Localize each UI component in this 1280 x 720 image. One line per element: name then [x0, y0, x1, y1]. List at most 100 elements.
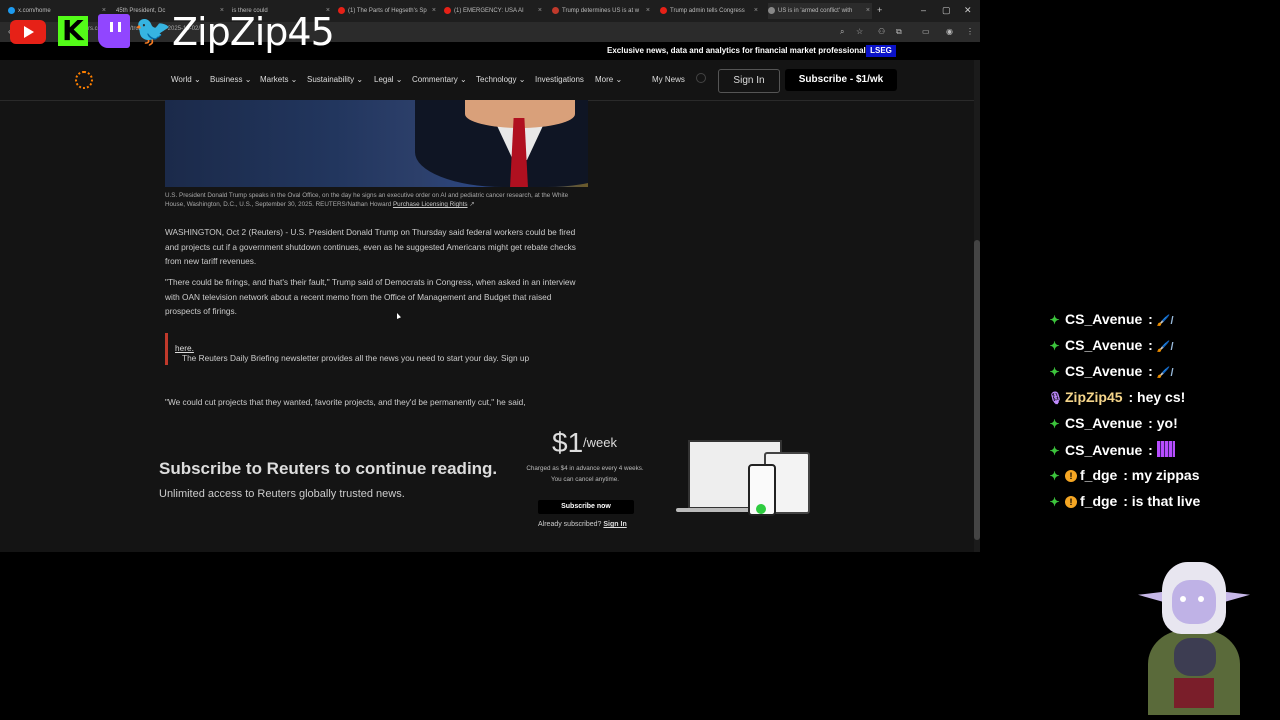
site-icon — [768, 6, 775, 14]
chat-message: 🎙 ZipZip45 : hey cs! — [1048, 389, 1186, 405]
lseg-badge[interactable]: LSEG — [866, 45, 896, 57]
youtube-icon — [338, 6, 345, 14]
twitch-logo-icon — [98, 14, 130, 48]
nav-business[interactable]: Business ⌄ — [210, 75, 251, 84]
zoom-icon[interactable]: ⌕ — [840, 27, 844, 37]
article-paragraph-3: "We could cut projects that they wanted,… — [165, 397, 526, 407]
chat-username: f_dge — [1080, 493, 1118, 509]
puzzle-icon[interactable]: ⧉ — [896, 27, 902, 37]
maximize-button[interactable]: ▢ — [942, 5, 951, 16]
streamer-avatar — [1138, 560, 1250, 715]
youtube-icon — [660, 6, 667, 14]
article-paragraph-2: "There could be firings, and that's thei… — [165, 277, 576, 316]
avatar-face — [1172, 580, 1216, 624]
nav-more[interactable]: More ⌄ — [595, 75, 622, 84]
chat-message: ✦ CS_Avenue : yo! — [1049, 415, 1178, 431]
sub-badge-icon: ✦ — [1049, 495, 1060, 509]
brush-emote-icon: 🖌️/ — [1156, 341, 1174, 353]
tab-armed-conflict[interactable]: US is in 'armed conflict' with × — [768, 3, 872, 19]
sub-badge-icon: ✦ — [1049, 444, 1060, 458]
chat-username: CS_Avenue — [1065, 337, 1143, 353]
tab-trump-admin[interactable]: Trump admin tells Congress × — [660, 3, 760, 19]
promo-text[interactable]: Exclusive news, data and analytics for f… — [607, 46, 870, 55]
nav-markets[interactable]: Markets ⌄ — [260, 75, 297, 84]
youtube-icon — [444, 6, 451, 14]
sub-badge-icon: ✦ — [1049, 469, 1060, 483]
chat-username: CS_Avenue — [1065, 311, 1143, 327]
subscribe-button[interactable]: Subscribe - $1/wk — [785, 69, 897, 91]
close-tab-icon[interactable]: × — [866, 3, 870, 19]
scrollbar-thumb[interactable] — [974, 240, 980, 540]
profile-icon[interactable]: ◉ — [946, 27, 953, 36]
chat-message: ✦ CS_Avenue : 🖌️/ — [1049, 363, 1174, 379]
nav-legal[interactable]: Legal ⌄ — [374, 75, 403, 84]
tab-trump-determines[interactable]: Trump determines US is at w × — [552, 3, 652, 19]
search-icon[interactable] — [696, 73, 706, 83]
tab-emergency[interactable]: (1) EMERGENCY: USA AI × — [444, 3, 544, 19]
chat-text: hey cs! — [1137, 389, 1186, 405]
sub-badge-icon: ✦ — [1049, 365, 1060, 379]
chat-message: ✦ CS_Avenue : 🖌️/ — [1049, 311, 1174, 327]
avatar-pants — [1174, 678, 1214, 708]
browser-window: x.com/home × 45th President, Dc × is there… — [0, 0, 980, 552]
brush-emote-icon: 🖌️/ — [1156, 367, 1174, 379]
close-tab-icon[interactable]: × — [538, 3, 542, 19]
close-tab-icon[interactable]: × — [432, 3, 436, 19]
nav-investigations[interactable]: Investigations — [535, 75, 584, 84]
paywall-subtitle: Unlimited access to Reuters globally tru… — [159, 488, 405, 500]
chat-message: ✦ CS_Avenue : — [1048, 441, 1175, 458]
licensing-link[interactable]: Purchase Licensing Rights — [393, 201, 468, 208]
bookmark-icon[interactable]: ☆ — [856, 27, 863, 36]
paywall-price: $1 — [552, 427, 584, 458]
chat-username: f_dge — [1080, 467, 1118, 483]
chat-message: ✦! f_dge : is that live — [1049, 493, 1201, 509]
mic-badge-icon: 🎙 — [1048, 391, 1064, 405]
minimize-button[interactable]: – — [921, 5, 926, 15]
check-icon — [756, 504, 766, 514]
bits-badge-icon: ! — [1065, 496, 1077, 508]
nav-technology[interactable]: Technology ⌄ — [476, 75, 525, 84]
photo-caption: U.S. President Donald Trump speaks in th… — [165, 192, 569, 208]
nav-commentary[interactable]: Commentary ⌄ — [412, 75, 467, 84]
site-nav: World ⌄ Business ⌄ Markets ⌄ Sustainabil… — [0, 60, 974, 101]
chat-message: ✦! f_dge : my zippas — [1049, 467, 1200, 483]
newsletter-signup-link[interactable]: here. — [175, 343, 194, 353]
paywall-per: /week — [583, 435, 617, 450]
streamer-handle: ZipZip45 — [172, 10, 335, 54]
sub-badge-icon: ✦ — [1049, 417, 1060, 431]
menu-icon[interactable]: ⋮ — [966, 27, 974, 36]
charge-text: Charged as $4 in advance every 4 weeks. — [526, 465, 644, 472]
tab-hegseth[interactable]: (1) The Parts of Hegseth's Sp × — [338, 3, 438, 19]
devices-illustration — [676, 440, 810, 516]
reuters-logo[interactable] — [75, 71, 93, 89]
close-tab-icon[interactable]: × — [754, 3, 758, 19]
chat-username: CS_Avenue — [1065, 415, 1143, 431]
chat-username: CS_Avenue — [1065, 442, 1143, 458]
nav-sustainability[interactable]: Sustainability ⌄ — [307, 75, 363, 84]
chat-username: ZipZip45 — [1065, 389, 1123, 405]
sidebar-icon[interactable]: ▭ — [922, 27, 930, 36]
nav-my-news[interactable]: My News — [652, 75, 685, 84]
kick-letter: K — [62, 14, 84, 47]
paywall-sign-in-link[interactable]: Sign In — [603, 521, 626, 528]
new-tab-button[interactable]: + — [877, 5, 882, 15]
brush-emote-icon: 🖌️/ — [1156, 315, 1174, 327]
grid-emote-icon — [1156, 441, 1175, 457]
site-icon — [552, 6, 559, 14]
newsletter-callout: The Reuters Daily Briefing newsletter pr… — [165, 333, 588, 365]
chat-text: yo! — [1156, 415, 1178, 431]
sub-badge-icon: ✦ — [1049, 313, 1060, 327]
close-window-button[interactable]: ✕ — [964, 5, 972, 16]
subscribe-now-button[interactable]: Subscribe now — [538, 500, 634, 514]
article-paragraph-1: WASHINGTON, Oct 2 (Reuters) - U.S. Presi… — [165, 227, 576, 266]
close-tab-icon[interactable]: × — [646, 3, 650, 19]
extension-icon[interactable]: ⚇ — [878, 27, 885, 36]
avatar-eyes — [1180, 596, 1186, 602]
article-photo — [165, 100, 588, 187]
nav-world[interactable]: World ⌄ — [171, 75, 201, 84]
bits-badge-icon: ! — [1065, 470, 1077, 482]
already-subscribed: Already subscribed? Sign In — [538, 521, 627, 528]
sub-badge-icon: ✦ — [1049, 339, 1060, 353]
sign-in-button[interactable]: Sign In — [718, 69, 780, 93]
chat-message: ✦ CS_Avenue : 🖌️/ — [1049, 337, 1174, 353]
